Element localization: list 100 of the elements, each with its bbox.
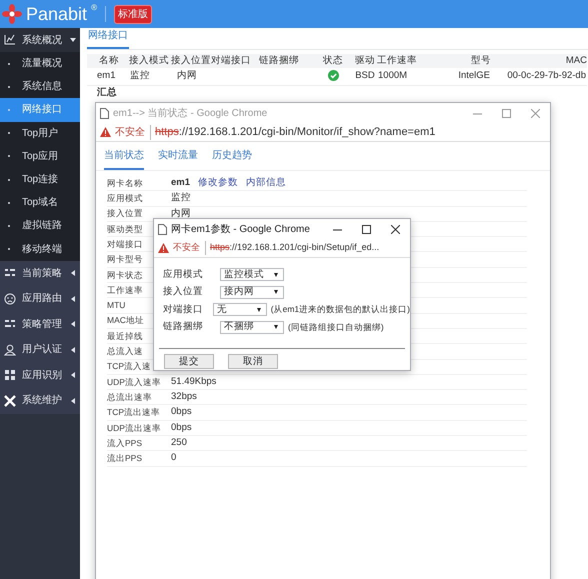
table-cell: 内网 bbox=[177, 70, 197, 82]
sidebar-item[interactable]: Top域名 bbox=[0, 191, 80, 214]
field-hint: (同链路组接口自动捆绑) bbox=[288, 320, 384, 334]
caret-down-icon bbox=[70, 37, 76, 43]
sidebar-item[interactable]: 网络接口 bbox=[0, 98, 80, 122]
select-field[interactable]: 无 bbox=[213, 303, 267, 316]
caret-left-icon bbox=[70, 398, 76, 404]
caret-left-icon bbox=[70, 296, 76, 302]
caret-left-icon bbox=[70, 270, 76, 276]
field-label: 对端接口 bbox=[107, 238, 143, 251]
field-label: 流出PPS bbox=[107, 452, 142, 465]
caret-left-icon bbox=[70, 372, 76, 378]
field-label: 接入位置 bbox=[163, 285, 204, 300]
face-icon bbox=[4, 292, 16, 305]
field-value: 51.49Kbps bbox=[171, 374, 216, 389]
field-value: em1 bbox=[171, 176, 190, 190]
field-value: 0 bbox=[171, 451, 176, 466]
field-label: TCP流出速率 bbox=[107, 406, 160, 419]
url-text[interactable]: https://192.168.1.201/cgi-bin/Setup/if_ed... bbox=[210, 241, 380, 255]
window-title: 网卡em1参数 - Google Chrome bbox=[171, 222, 311, 236]
form-button[interactable]: 提交 bbox=[164, 354, 214, 369]
sidebar-item[interactable]: 虚拟链路 bbox=[0, 214, 80, 238]
flower-logo-icon bbox=[2, 4, 22, 24]
edition-badge: 标准版 bbox=[114, 4, 152, 24]
chart-icon bbox=[4, 34, 16, 46]
table-cell: 监控 bbox=[130, 70, 150, 82]
column-header: 名称 bbox=[87, 54, 129, 68]
sidebar-group[interactable]: 系统概况 bbox=[0, 28, 80, 52]
select-field[interactable]: 接内网 bbox=[220, 286, 284, 299]
sidebar-group[interactable]: 当前策略 bbox=[0, 260, 80, 286]
caret-left-icon bbox=[70, 346, 76, 353]
column-header: 接入模式 bbox=[129, 54, 171, 68]
page-icon bbox=[100, 108, 109, 118]
field-value: 内网 bbox=[171, 206, 191, 221]
column-header: 链路捆绑 bbox=[259, 54, 313, 68]
table-cell: IntelGE bbox=[458, 70, 490, 82]
table-cell: em1 bbox=[97, 70, 116, 82]
field-label: TCP流入速 bbox=[107, 360, 151, 374]
field-value: 250 bbox=[171, 436, 187, 450]
text-link[interactable]: 内部信息 bbox=[246, 176, 286, 190]
column-header: 接入位置 bbox=[171, 54, 211, 68]
form-button[interactable]: 取消 bbox=[228, 354, 278, 369]
table-cell: BSD bbox=[355, 70, 375, 82]
field-label: 接入位置 bbox=[107, 207, 143, 220]
page-tab[interactable]: 网络接口 bbox=[87, 28, 129, 49]
caret-icon bbox=[274, 325, 278, 330]
field-label: 对端接口 bbox=[163, 302, 203, 317]
field-label: 应用模式 bbox=[163, 268, 204, 282]
column-header: 状态 bbox=[313, 54, 353, 68]
text-link[interactable]: 修改参数 bbox=[198, 176, 238, 190]
sidebar-group[interactable]: 应用识别 bbox=[0, 362, 80, 388]
user-icon bbox=[4, 344, 16, 356]
sidebar-group[interactable]: 用户认证 bbox=[0, 337, 80, 363]
field-label: 总流入速 bbox=[107, 345, 143, 358]
field-label: UDP流入速率 bbox=[107, 376, 161, 388]
field-value: 0bps bbox=[171, 405, 192, 420]
field-label: 流入PPS bbox=[107, 436, 142, 450]
field-label: 网卡名称 bbox=[107, 176, 143, 190]
sidebar-item[interactable]: 流量概况 bbox=[0, 52, 80, 76]
table-cell: 00-0c-29-7b-92-db bbox=[507, 70, 586, 82]
sidebar-item[interactable]: 移动终端 bbox=[0, 238, 80, 261]
column-header: MAC bbox=[491, 54, 587, 68]
select-field[interactable]: 监控模式 bbox=[220, 268, 284, 282]
security-warning[interactable]: 不安全 bbox=[173, 241, 206, 255]
url-text[interactable]: https://192.168.1.201/cgi-bin/Monitor/if_show?name=em1 bbox=[155, 124, 436, 140]
field-label: 网卡型号 bbox=[107, 253, 143, 266]
select-field[interactable]: 不捆绑 bbox=[220, 320, 284, 334]
brand-name: Panabit bbox=[26, 5, 88, 23]
field-label: MAC地址 bbox=[107, 314, 144, 328]
field-label: 链路捆绑 bbox=[163, 320, 204, 334]
window-tab[interactable]: 实时流量 bbox=[158, 148, 198, 170]
sidebar-item[interactable]: Top用户 bbox=[0, 122, 80, 145]
column-header: 工作速率 bbox=[377, 54, 437, 68]
security-warning[interactable]: 不安全 bbox=[115, 124, 151, 140]
sidebar-group[interactable]: 策略管理 bbox=[0, 312, 80, 338]
tools-icon bbox=[4, 394, 16, 407]
sidebar-item[interactable]: 系统信息 bbox=[0, 75, 80, 98]
sidebar-group[interactable]: 系统维护 bbox=[0, 388, 80, 414]
table-cell: 1000M bbox=[378, 70, 408, 82]
field-label: 驱动类型 bbox=[107, 222, 143, 236]
window-tab[interactable]: 当前状态 bbox=[104, 148, 144, 170]
sidebar-group[interactable]: 应用路由 bbox=[0, 286, 80, 312]
warning-icon bbox=[158, 243, 169, 253]
sidebar-item[interactable]: Top连接 bbox=[0, 168, 80, 192]
field-hint: (从em1进来的数据包的默认出接口) bbox=[270, 303, 410, 316]
summary-label: 汇总 bbox=[96, 86, 118, 98]
caret-icon bbox=[256, 308, 261, 312]
close-icon[interactable] bbox=[391, 224, 400, 234]
field-label: 最近掉线 bbox=[107, 330, 143, 342]
field-label: 总流出速率 bbox=[107, 390, 152, 404]
column-header: 驱动 bbox=[353, 54, 377, 68]
field-value: 监控 bbox=[171, 191, 191, 206]
caret-icon bbox=[274, 272, 278, 277]
window-tab[interactable]: 历史趋势 bbox=[212, 148, 252, 170]
column-header: 对端接口 bbox=[211, 54, 259, 68]
sidebar-item[interactable]: Top应用 bbox=[0, 144, 80, 168]
caret-icon bbox=[274, 290, 278, 294]
maximize-icon[interactable] bbox=[362, 224, 371, 234]
field-label: 网卡状态 bbox=[107, 268, 143, 282]
field-value: 0bps bbox=[171, 420, 192, 435]
